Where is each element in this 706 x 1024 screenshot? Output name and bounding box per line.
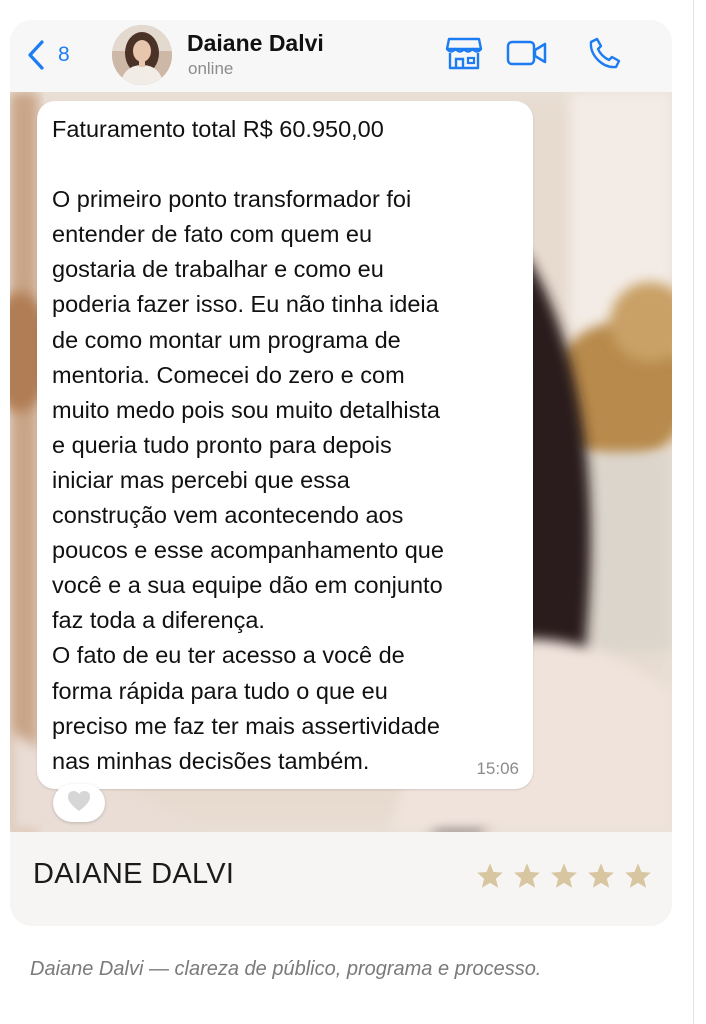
avatar[interactable] <box>112 25 172 85</box>
phone-icon <box>588 36 622 75</box>
testimonial-footer: DAIANE DALVI <box>10 832 672 926</box>
star-icon <box>514 863 540 888</box>
unread-count: 8 <box>58 43 70 66</box>
star-icon <box>551 863 577 888</box>
star-rating <box>476 862 652 889</box>
store-button[interactable] <box>444 37 484 73</box>
star-icon <box>625 863 651 888</box>
message-reaction[interactable] <box>53 784 105 822</box>
chevron-left-icon <box>28 40 44 70</box>
chat-header: 8 Daiane Dalvi online <box>10 20 672 93</box>
video-call-button[interactable] <box>506 37 548 73</box>
message-bubble[interactable]: Faturamento total R$ 60.950,00 O primeir… <box>37 101 533 800</box>
heart-icon <box>66 789 92 818</box>
contact-name[interactable]: Daiane Dalvi <box>187 30 324 57</box>
message-time: 15:06 <box>476 759 519 778</box>
voice-call-button[interactable] <box>585 37 625 73</box>
store-icon <box>445 36 483 75</box>
message-text: Faturamento total R$ 60.950,00 O primeir… <box>52 116 444 774</box>
testimonial-card: 8 Daiane Dalvi online Faturamento total … <box>10 20 672 926</box>
back-button[interactable]: 8 <box>28 38 70 72</box>
star-icon <box>477 863 503 888</box>
page: 8 Daiane Dalvi online Faturamento total … <box>0 0 706 1024</box>
caption: Daiane Dalvi — clareza de público, progr… <box>30 958 542 980</box>
video-camera-icon <box>506 38 548 73</box>
divider <box>693 0 694 1024</box>
contact-status: online <box>188 59 234 78</box>
chat-area: Faturamento total R$ 60.950,00 O primeir… <box>10 92 672 832</box>
star-icon <box>588 863 614 888</box>
testimonial-author: DAIANE DALVI <box>33 858 235 890</box>
